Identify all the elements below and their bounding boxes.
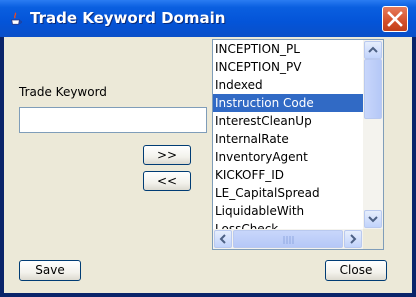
- list-item[interactable]: InternalRate: [213, 130, 363, 148]
- add-button[interactable]: >>: [143, 145, 191, 165]
- list-item[interactable]: LE_CapitalSpread: [213, 184, 363, 202]
- list-item[interactable]: INCEPTION_PV: [213, 58, 363, 76]
- title-bar[interactable]: Trade Keyword Domain: [0, 0, 416, 37]
- vertical-scroll-thumb[interactable]: [364, 59, 382, 119]
- grip-icon: [283, 236, 294, 244]
- horizontal-scrollbar[interactable]: [213, 229, 363, 249]
- horizontal-scroll-thumb[interactable]: [233, 230, 343, 248]
- keyword-list-items: INCEPTION_PL INCEPTION_PV Indexed Instructi…: [213, 40, 363, 229]
- scroll-right-button[interactable]: [344, 230, 362, 248]
- scrollbar-corner: [363, 229, 383, 249]
- window-close-button[interactable]: [382, 6, 408, 32]
- close-icon: [387, 11, 403, 27]
- chevron-right-icon: [350, 234, 357, 244]
- list-item[interactable]: LossCheck: [213, 220, 363, 229]
- list-item[interactable]: InterestCleanUp: [213, 112, 363, 130]
- list-item[interactable]: INCEPTION_PL: [213, 40, 363, 58]
- list-item[interactable]: KICKOFF_ID: [213, 166, 363, 184]
- window-title: Trade Keyword Domain: [30, 9, 226, 27]
- list-item[interactable]: LiquidableWith: [213, 202, 363, 220]
- list-item[interactable]: Instruction Code: [213, 94, 363, 112]
- chevron-down-icon: [368, 216, 378, 223]
- dialog-content: Trade Keyword >> << INCEPTION_PL INCEPTIO…: [4, 37, 412, 293]
- scroll-left-button[interactable]: [214, 230, 232, 248]
- trade-keyword-input[interactable]: [19, 107, 207, 133]
- remove-button[interactable]: <<: [143, 171, 191, 191]
- trade-keyword-label: Trade Keyword: [19, 85, 107, 99]
- chevron-left-icon: [219, 234, 226, 244]
- scroll-down-button[interactable]: [364, 210, 382, 228]
- list-item[interactable]: InventoryAgent: [213, 148, 363, 166]
- list-item[interactable]: Indexed: [213, 76, 363, 94]
- scroll-up-button[interactable]: [364, 41, 382, 59]
- vertical-scrollbar[interactable]: [363, 40, 383, 229]
- save-button[interactable]: Save: [19, 260, 81, 281]
- dialog-window: Trade Keyword Domain Trade Keyword >> <<…: [0, 0, 416, 297]
- keyword-list[interactable]: INCEPTION_PL INCEPTION_PV Indexed Instructi…: [212, 39, 384, 250]
- close-button[interactable]: Close: [325, 260, 387, 281]
- chevron-up-icon: [368, 46, 378, 53]
- java-cup-icon: [11, 12, 22, 25]
